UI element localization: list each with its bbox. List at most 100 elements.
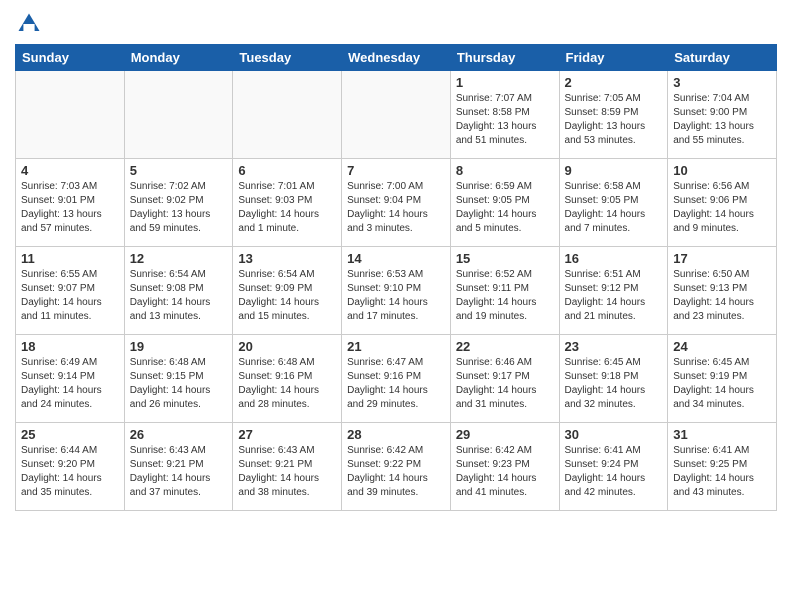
cell-content: Sunrise: 7:02 AMSunset: 9:02 PMDaylight:… xyxy=(130,180,228,236)
weekday-header-row: SundayMondayTuesdayWednesdayThursdayFrid… xyxy=(16,45,777,71)
calendar-table: SundayMondayTuesdayWednesdayThursdayFrid… xyxy=(15,44,777,511)
calendar-cell: 10 Sunrise: 6:56 AMSunset: 9:06 PMDayligh… xyxy=(668,159,777,247)
cell-content: Sunrise: 6:52 AMSunset: 9:11 PMDaylight:… xyxy=(456,268,554,324)
calendar-cell: 7 Sunrise: 7:00 AMSunset: 9:04 PMDaylight… xyxy=(342,159,451,247)
day-number: 13 xyxy=(238,251,336,266)
cell-content: Sunrise: 6:58 AMSunset: 9:05 PMDaylight:… xyxy=(565,180,663,236)
cell-content: Sunrise: 6:44 AMSunset: 9:20 PMDaylight:… xyxy=(21,444,119,500)
cell-content: Sunrise: 7:01 AMSunset: 9:03 PMDaylight:… xyxy=(238,180,336,236)
cell-content: Sunrise: 6:54 AMSunset: 9:09 PMDaylight:… xyxy=(238,268,336,324)
day-number: 16 xyxy=(565,251,663,266)
day-number: 7 xyxy=(347,163,445,178)
cell-content: Sunrise: 6:47 AMSunset: 9:16 PMDaylight:… xyxy=(347,356,445,412)
calendar-cell: 19 Sunrise: 6:48 AMSunset: 9:15 PMDayligh… xyxy=(124,335,233,423)
cell-content: Sunrise: 6:55 AMSunset: 9:07 PMDaylight:… xyxy=(21,268,119,324)
day-number: 18 xyxy=(21,339,119,354)
cell-content: Sunrise: 6:49 AMSunset: 9:14 PMDaylight:… xyxy=(21,356,119,412)
calendar-cell: 21Sunrise: 6:47 AMSunset: 9:16 PMDayligh… xyxy=(342,335,451,423)
calendar-cell: 8 Sunrise: 6:59 AMSunset: 9:05 PMDaylight… xyxy=(450,159,559,247)
cell-content: Sunrise: 6:51 AMSunset: 9:12 PMDaylight:… xyxy=(565,268,663,324)
day-number: 5 xyxy=(130,163,228,178)
cell-content: Sunrise: 7:04 AMSunset: 9:00 PMDaylight:… xyxy=(673,92,771,148)
weekday-header-monday: Monday xyxy=(124,45,233,71)
day-number: 15 xyxy=(456,251,554,266)
day-number: 2 xyxy=(565,75,663,90)
calendar-cell: 24 Sunrise: 6:45 AMSunset: 9:19 PMDayligh… xyxy=(668,335,777,423)
calendar-cell xyxy=(16,71,125,159)
day-number: 22 xyxy=(456,339,554,354)
day-number: 23 xyxy=(565,339,663,354)
day-number: 24 xyxy=(673,339,771,354)
cell-content: Sunrise: 6:48 AMSunset: 9:15 PMDaylight:… xyxy=(130,356,228,412)
day-number: 25 xyxy=(21,427,119,442)
day-number: 11 xyxy=(21,251,119,266)
logo-icon xyxy=(15,10,43,38)
calendar-cell: 20Sunrise: 6:48 AMSunset: 9:16 PMDayligh… xyxy=(233,335,342,423)
calendar-cell: 25 Sunrise: 6:44 AMSunset: 9:20 PMDayligh… xyxy=(16,423,125,511)
calendar-cell: 16 Sunrise: 6:51 AMSunset: 9:12 PMDayligh… xyxy=(559,247,668,335)
week-row-3: 11 Sunrise: 6:55 AMSunset: 9:07 PMDayligh… xyxy=(16,247,777,335)
day-number: 20 xyxy=(238,339,336,354)
calendar-cell: 15 Sunrise: 6:52 AMSunset: 9:11 PMDayligh… xyxy=(450,247,559,335)
cell-content: Sunrise: 7:05 AMSunset: 8:59 PMDaylight:… xyxy=(565,92,663,148)
calendar-cell: 27 Sunrise: 6:43 AMSunset: 9:21 PMDayligh… xyxy=(233,423,342,511)
calendar-cell: 23 Sunrise: 6:45 AMSunset: 9:18 PMDayligh… xyxy=(559,335,668,423)
week-row-5: 25 Sunrise: 6:44 AMSunset: 9:20 PMDayligh… xyxy=(16,423,777,511)
cell-content: Sunrise: 7:00 AMSunset: 9:04 PMDaylight:… xyxy=(347,180,445,236)
calendar-cell xyxy=(124,71,233,159)
calendar-cell: 30 Sunrise: 6:41 AMSunset: 9:24 PMDayligh… xyxy=(559,423,668,511)
cell-content: Sunrise: 7:03 AMSunset: 9:01 PMDaylight:… xyxy=(21,180,119,236)
calendar-cell: 9 Sunrise: 6:58 AMSunset: 9:05 PMDaylight… xyxy=(559,159,668,247)
cell-content: Sunrise: 6:59 AMSunset: 9:05 PMDaylight:… xyxy=(456,180,554,236)
calendar-cell: 5 Sunrise: 7:02 AMSunset: 9:02 PMDaylight… xyxy=(124,159,233,247)
day-number: 12 xyxy=(130,251,228,266)
week-row-1: 1 Sunrise: 7:07 AMSunset: 8:58 PMDaylight… xyxy=(16,71,777,159)
weekday-header-thursday: Thursday xyxy=(450,45,559,71)
logo xyxy=(15,10,47,38)
cell-content: Sunrise: 6:43 AMSunset: 9:21 PMDaylight:… xyxy=(238,444,336,500)
weekday-header-saturday: Saturday xyxy=(668,45,777,71)
calendar-cell: 17Sunrise: 6:50 AMSunset: 9:13 PMDayligh… xyxy=(668,247,777,335)
calendar-cell: 31Sunrise: 6:41 AMSunset: 9:25 PMDayligh… xyxy=(668,423,777,511)
cell-content: Sunrise: 6:54 AMSunset: 9:08 PMDaylight:… xyxy=(130,268,228,324)
page-container: SundayMondayTuesdayWednesdayThursdayFrid… xyxy=(0,0,792,521)
calendar-cell xyxy=(342,71,451,159)
day-number: 8 xyxy=(456,163,554,178)
day-number: 31 xyxy=(673,427,771,442)
cell-content: Sunrise: 7:07 AMSunset: 8:58 PMDaylight:… xyxy=(456,92,554,148)
calendar-cell: 29Sunrise: 6:42 AMSunset: 9:23 PMDayligh… xyxy=(450,423,559,511)
calendar-cell: 6 Sunrise: 7:01 AMSunset: 9:03 PMDaylight… xyxy=(233,159,342,247)
day-number: 1 xyxy=(456,75,554,90)
day-number: 27 xyxy=(238,427,336,442)
day-number: 6 xyxy=(238,163,336,178)
weekday-header-sunday: Sunday xyxy=(16,45,125,71)
day-number: 26 xyxy=(130,427,228,442)
week-row-2: 4 Sunrise: 7:03 AMSunset: 9:01 PMDaylight… xyxy=(16,159,777,247)
calendar-cell: 1 Sunrise: 7:07 AMSunset: 8:58 PMDaylight… xyxy=(450,71,559,159)
cell-content: Sunrise: 6:45 AMSunset: 9:18 PMDaylight:… xyxy=(565,356,663,412)
weekday-header-wednesday: Wednesday xyxy=(342,45,451,71)
calendar-cell xyxy=(233,71,342,159)
calendar-cell: 12 Sunrise: 6:54 AMSunset: 9:08 PMDayligh… xyxy=(124,247,233,335)
cell-content: Sunrise: 6:41 AMSunset: 9:24 PMDaylight:… xyxy=(565,444,663,500)
calendar-cell: 11 Sunrise: 6:55 AMSunset: 9:07 PMDayligh… xyxy=(16,247,125,335)
calendar-cell: 13 Sunrise: 6:54 AMSunset: 9:09 PMDayligh… xyxy=(233,247,342,335)
day-number: 9 xyxy=(565,163,663,178)
calendar-cell: 28 Sunrise: 6:42 AMSunset: 9:22 PMDayligh… xyxy=(342,423,451,511)
header xyxy=(15,10,777,38)
day-number: 3 xyxy=(673,75,771,90)
week-row-4: 18 Sunrise: 6:49 AMSunset: 9:14 PMDayligh… xyxy=(16,335,777,423)
cell-content: Sunrise: 6:45 AMSunset: 9:19 PMDaylight:… xyxy=(673,356,771,412)
day-number: 19 xyxy=(130,339,228,354)
day-number: 30 xyxy=(565,427,663,442)
cell-content: Sunrise: 6:50 AMSunset: 9:13 PMDaylight:… xyxy=(673,268,771,324)
day-number: 28 xyxy=(347,427,445,442)
day-number: 4 xyxy=(21,163,119,178)
cell-content: Sunrise: 6:42 AMSunset: 9:22 PMDaylight:… xyxy=(347,444,445,500)
day-number: 14 xyxy=(347,251,445,266)
cell-content: Sunrise: 6:56 AMSunset: 9:06 PMDaylight:… xyxy=(673,180,771,236)
calendar-cell: 26Sunrise: 6:43 AMSunset: 9:21 PMDayligh… xyxy=(124,423,233,511)
day-number: 10 xyxy=(673,163,771,178)
calendar-cell: 14 Sunrise: 6:53 AMSunset: 9:10 PMDayligh… xyxy=(342,247,451,335)
cell-content: Sunrise: 6:53 AMSunset: 9:10 PMDaylight:… xyxy=(347,268,445,324)
